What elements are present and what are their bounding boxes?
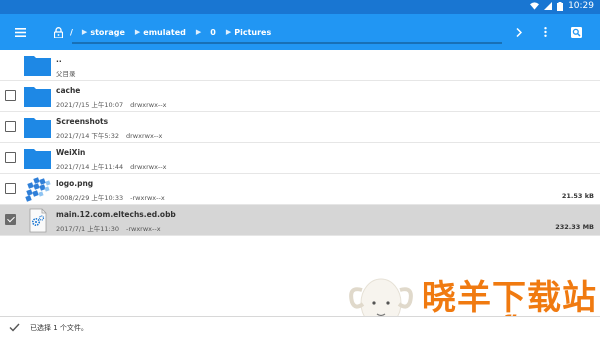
select-checkbox[interactable] bbox=[5, 214, 16, 225]
more-vert-icon bbox=[543, 27, 547, 37]
check-icon[interactable] bbox=[9, 323, 20, 332]
file-name: .. bbox=[56, 55, 62, 64]
file-meta: 父目录 bbox=[56, 68, 76, 78]
status-icons: 10:29 bbox=[530, 1, 594, 11]
folder-icon bbox=[24, 87, 51, 107]
file-meta: 2021/7/14 下午5:32 drwxrwx--x bbox=[56, 130, 162, 140]
file-meta: 2008/2/29 上午10:33 -rwxrwx--x bbox=[56, 192, 165, 202]
folder-icon bbox=[24, 118, 51, 138]
breadcrumb-pictures[interactable]: ▶ Pictures bbox=[226, 28, 271, 37]
forward-button[interactable] bbox=[510, 14, 528, 50]
system-status-bar: 10:29 bbox=[0, 0, 600, 14]
breadcrumb-root[interactable]: / bbox=[70, 28, 73, 37]
file-name: cache bbox=[56, 86, 81, 95]
list-item-logo-png[interactable]: logo.png 2008/2/29 上午10:33 -rwxrwx--x 21.… bbox=[0, 174, 600, 205]
selection-status-bar: 已选择 1 个文件。 bbox=[0, 316, 600, 338]
file-size: 21.53 kB bbox=[561, 192, 594, 200]
overflow-menu-button[interactable] bbox=[536, 14, 554, 50]
search-icon bbox=[570, 26, 582, 38]
lock-button[interactable] bbox=[48, 14, 68, 50]
selection-count-text: 已选择 1 个文件。 bbox=[30, 324, 88, 332]
file-size: 232.33 MB bbox=[555, 223, 594, 231]
file-date: 2021/7/15 上午10:07 bbox=[56, 101, 124, 109]
list-item-cache[interactable]: cache 2021/7/15 上午10:07 drwxrwx--x bbox=[0, 81, 600, 112]
file-permissions: drwxrwx--x bbox=[126, 132, 163, 140]
folder-icon bbox=[24, 56, 51, 76]
signal-icon bbox=[544, 2, 553, 10]
file-date: 2017/7/1 上午11:30 bbox=[56, 225, 119, 233]
file-date: 2008/2/29 上午10:33 bbox=[56, 194, 124, 202]
chevron-right-icon: ▶ bbox=[195, 28, 202, 36]
select-checkbox[interactable] bbox=[5, 152, 16, 163]
file-permissions: drwxrwx--x bbox=[130, 101, 167, 109]
select-checkbox[interactable] bbox=[5, 121, 16, 132]
path-underline bbox=[72, 42, 502, 44]
file-name: WeiXin bbox=[56, 148, 86, 157]
file-date: 2021/7/14 上午11:44 bbox=[56, 163, 124, 171]
file-date: 父目录 bbox=[56, 70, 76, 78]
breadcrumb-0[interactable]: ▶ 0 bbox=[196, 28, 216, 37]
file-name: logo.png bbox=[56, 179, 94, 188]
list-item-screenshots[interactable]: Screenshots 2021/7/14 下午5:32 drwxrwx--x bbox=[0, 112, 600, 143]
file-meta: 2021/7/14 上午11:44 drwxrwx--x bbox=[56, 161, 166, 171]
file-meta: 2017/7/1 上午11:30 -rwxrwx--x bbox=[56, 223, 161, 233]
wifi-icon bbox=[530, 2, 540, 10]
breadcrumb-storage[interactable]: ▶ storage bbox=[82, 28, 125, 37]
file-permissions: -rwxrwx--x bbox=[126, 225, 161, 233]
lock-icon bbox=[53, 26, 63, 38]
hamburger-icon bbox=[14, 27, 26, 37]
chevron-right-icon: ▶ bbox=[225, 28, 232, 36]
folder-icon bbox=[24, 149, 51, 169]
select-checkbox[interactable] bbox=[5, 183, 16, 194]
list-item-parent-dir[interactable]: .. 父目录 bbox=[0, 50, 600, 81]
file-permissions: drwxrwx--x bbox=[130, 163, 167, 171]
clock: 10:29 bbox=[568, 1, 594, 11]
file-date: 2021/7/14 下午5:32 bbox=[56, 132, 119, 140]
menu-button[interactable] bbox=[8, 14, 32, 50]
list-item-obb-file[interactable]: main.12.com.eltechs.ed.obb 2017/7/1 上午11… bbox=[0, 205, 600, 236]
app-toolbar: / ▶ storage ▶ emulated ▶ 0 ▶ Pictures bbox=[0, 14, 600, 50]
file-meta: 2021/7/15 上午10:07 drwxrwx--x bbox=[56, 99, 166, 109]
file-name: Screenshots bbox=[56, 117, 109, 126]
settings-file-icon bbox=[29, 208, 47, 233]
list-item-weixin[interactable]: WeiXin 2021/7/14 上午11:44 drwxrwx--x bbox=[0, 143, 600, 174]
search-button[interactable] bbox=[566, 14, 586, 50]
file-list: .. 父目录 cache 2021/7/15 上午10:07 drwxrwx--x… bbox=[0, 50, 600, 236]
chevron-right-icon: ▶ bbox=[81, 28, 88, 36]
battery-icon bbox=[557, 1, 564, 11]
breadcrumb: / ▶ storage ▶ emulated ▶ 0 ▶ Pictures bbox=[70, 14, 281, 50]
chevron-right-icon: ▶ bbox=[134, 28, 141, 36]
select-checkbox[interactable] bbox=[5, 90, 16, 101]
file-permissions: -rwxrwx--x bbox=[130, 194, 165, 202]
chevron-right-icon bbox=[516, 27, 522, 37]
breadcrumb-emulated[interactable]: ▶ emulated bbox=[135, 28, 186, 37]
file-name: main.12.com.eltechs.ed.obb bbox=[56, 210, 176, 219]
image-thumbnail-icon bbox=[25, 177, 51, 202]
